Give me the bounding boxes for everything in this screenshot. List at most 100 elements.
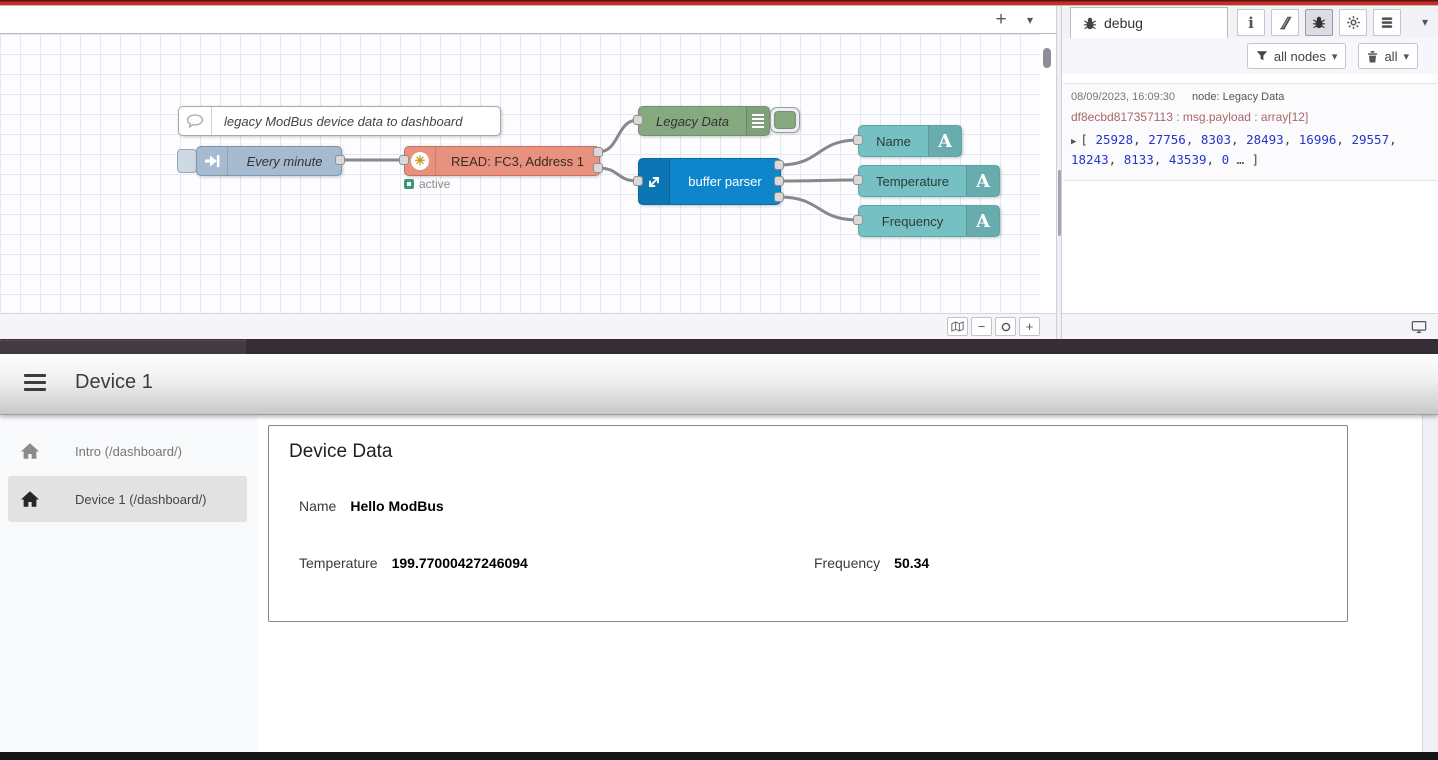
gear-icon	[1346, 15, 1361, 30]
zoom-in-button[interactable]: +	[1019, 317, 1040, 336]
menu-toggle-button[interactable]	[24, 374, 46, 391]
editor-footer: − +	[0, 313, 1056, 340]
canvas-scrollbar-track[interactable]	[1040, 34, 1056, 313]
dashboard-window-titlebar	[0, 339, 1438, 354]
text-name-input-port[interactable]	[853, 135, 863, 145]
debug-lines-icon	[746, 107, 769, 135]
name-value: Hello ModBus	[350, 498, 443, 514]
parser-output-port-1[interactable]	[774, 160, 784, 170]
home-icon	[20, 442, 40, 460]
message-source-node: node: Legacy Data	[1192, 91, 1284, 103]
comment-node-label: legacy ModBus device data to dashboard	[212, 114, 463, 129]
sidebar-divider-handle[interactable]	[1058, 170, 1061, 236]
info-icon: i	[1248, 14, 1254, 32]
database-icon	[1380, 16, 1394, 30]
text-a-icon: A	[928, 126, 961, 156]
card-title: Device Data	[289, 441, 393, 463]
tab-debug-label: debug	[1104, 15, 1143, 31]
debug-toolbar: all nodes ▾ all ▾	[1062, 38, 1438, 74]
name-label: Name	[299, 498, 336, 514]
message-timestamp: 08/09/2023, 16:09:30	[1071, 91, 1175, 103]
inject-trigger-button[interactable]	[177, 149, 197, 173]
debug-sidebar: debug i ▾	[1062, 6, 1438, 339]
temperature-value: 199.77000427246094	[392, 555, 528, 571]
nav-item-label: Device 1 (/dashboard/)	[75, 492, 207, 507]
dashboard-toolbar: Device 1	[0, 354, 1438, 415]
zoom-out-button[interactable]: −	[971, 317, 992, 336]
debug-node[interactable]: Legacy Data	[638, 106, 770, 136]
text-a-icon: A	[966, 206, 999, 236]
dashboard-page-title: Device 1	[75, 371, 153, 394]
temperature-label: Temperature	[299, 555, 378, 571]
clear-caret-icon: ▾	[1403, 50, 1409, 63]
read-output-port-2[interactable]	[593, 163, 603, 173]
navigator-map-button[interactable]	[947, 317, 968, 336]
book-icon	[1278, 16, 1293, 30]
node-status: active	[404, 177, 450, 191]
parser-input-port[interactable]	[633, 176, 643, 186]
config-tab-button[interactable]	[1339, 9, 1367, 36]
flow-list-caret-icon[interactable]: ▾	[1020, 11, 1040, 29]
message-payload[interactable]: ▶[ 25928, 27756, 8303, 28493, 16996, 295…	[1071, 130, 1429, 170]
modbus-read-node[interactable]: ✳ READ: FC3, Address 1	[404, 146, 600, 176]
zoom-reset-button[interactable]	[995, 317, 1016, 336]
add-flow-button[interactable]: +	[988, 9, 1014, 31]
read-output-port-1[interactable]	[593, 147, 603, 157]
frequency-label: Frequency	[814, 555, 880, 571]
canvas-scrollbar-thumb[interactable]	[1043, 48, 1051, 68]
parser-output-port-2[interactable]	[774, 176, 784, 186]
debug-filter-button[interactable]: all nodes ▾	[1247, 43, 1347, 69]
temperature-field: Temperature 199.77000427246094	[299, 555, 528, 571]
dashboard-sidebar: Intro (/dashboard/) Device 1 (/dashboard…	[0, 415, 257, 752]
text-node-name[interactable]: Name A	[858, 125, 962, 157]
text-node-frequency-label: Frequency	[859, 214, 966, 229]
dashboard-window-tab	[0, 340, 246, 354]
modbus-icon: ✳	[405, 147, 436, 175]
bug-icon	[1083, 17, 1097, 30]
bug-icon	[1312, 16, 1326, 29]
debug-message-list[interactable]: 08/09/2023, 16:09:30 node: Legacy Data d…	[1062, 74, 1438, 313]
nav-item-device1[interactable]: Device 1 (/dashboard/)	[8, 476, 247, 522]
flow-editor: + ▾	[0, 6, 1438, 339]
modbus-read-label: READ: FC3, Address 1	[436, 154, 599, 169]
workspace-tabbar: + ▾	[0, 6, 1056, 34]
nav-item-intro[interactable]: Intro (/dashboard/)	[0, 428, 257, 474]
text-frequency-input-port[interactable]	[853, 215, 863, 225]
payload-expand-icon[interactable]: ▶	[1071, 137, 1076, 147]
help-tab-button[interactable]	[1271, 9, 1299, 36]
comment-node[interactable]: legacy ModBus device data to dashboard	[178, 106, 501, 136]
frequency-value: 50.34	[894, 555, 929, 571]
context-tab-button[interactable]	[1373, 9, 1401, 36]
read-input-port[interactable]	[399, 155, 409, 165]
debug-filter-label: all nodes	[1274, 49, 1326, 64]
sidebar-menu-caret-icon[interactable]: ▾	[1422, 15, 1428, 29]
status-green-icon	[404, 179, 414, 189]
trash-icon	[1367, 50, 1378, 63]
home-icon	[20, 490, 40, 508]
debug-clear-label: all	[1384, 49, 1397, 64]
parser-output-port-3[interactable]	[774, 192, 784, 202]
sidebar-footer	[1062, 313, 1438, 340]
name-field: Name Hello ModBus	[299, 498, 444, 514]
debug-message[interactable]: 08/09/2023, 16:09:30 node: Legacy Data d…	[1063, 83, 1437, 181]
inject-arrow-icon	[197, 147, 228, 175]
filter-caret-icon: ▾	[1332, 50, 1338, 63]
info-tab-button[interactable]: i	[1237, 9, 1265, 36]
debug-clear-button[interactable]: all ▾	[1358, 43, 1418, 69]
dashboard-body: Intro (/dashboard/) Device 1 (/dashboard…	[0, 415, 1422, 752]
debug-tab-button[interactable]	[1305, 9, 1333, 36]
window-bottom-edge	[0, 752, 1438, 760]
debug-input-port[interactable]	[633, 115, 643, 125]
inject-node[interactable]: Every minute	[196, 146, 342, 176]
screen: + ▾	[0, 0, 1438, 760]
debug-enable-toggle[interactable]	[770, 107, 800, 133]
text-node-frequency[interactable]: Frequency A	[858, 205, 1000, 237]
tab-debug[interactable]: debug	[1070, 7, 1228, 38]
inject-output-port[interactable]	[335, 155, 345, 165]
open-debug-window-button[interactable]	[1408, 317, 1430, 336]
text-node-temperature-label: Temperature	[859, 174, 966, 189]
text-temperature-input-port[interactable]	[853, 175, 863, 185]
text-node-temperature[interactable]: Temperature A	[858, 165, 1000, 197]
device-data-card: Device Data Name Hello ModBus Temperature…	[268, 425, 1348, 622]
buffer-parser-node[interactable]: buffer parser	[638, 158, 781, 205]
